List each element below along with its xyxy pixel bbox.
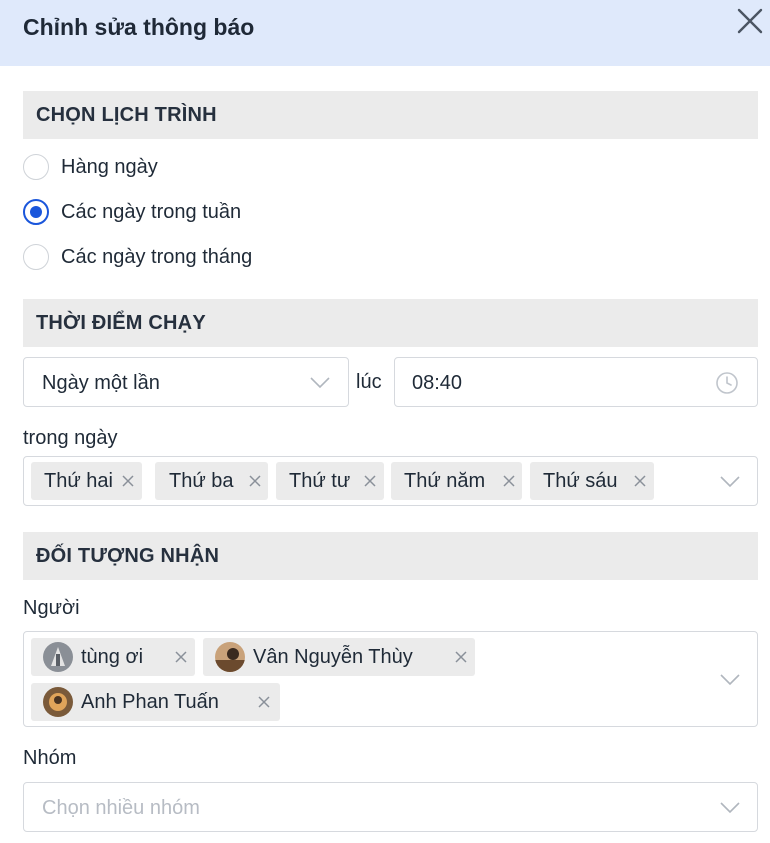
remove-tag-icon[interactable]	[173, 649, 189, 665]
person-name: Vân Nguyễn Thùy	[253, 646, 413, 668]
remove-tag-icon[interactable]	[453, 649, 469, 665]
remove-tag-icon[interactable]	[247, 473, 263, 489]
radio-weekdays-label: Các ngày trong tuần	[61, 201, 242, 223]
avatar	[43, 642, 73, 672]
group-label: Nhóm	[23, 747, 77, 769]
remove-tag-icon[interactable]	[632, 473, 648, 489]
radio-weekdays-control[interactable]	[23, 199, 49, 225]
group-multiselect[interactable]: Chọn nhiều nhóm	[23, 782, 758, 832]
remove-tag-icon[interactable]	[362, 473, 378, 489]
person-tag: Anh Phan Tuấn	[31, 683, 280, 721]
close-button[interactable]	[731, 2, 769, 40]
day-tag: Thứ hai	[31, 462, 142, 500]
radio-daily-label: Hàng ngày	[61, 156, 158, 178]
remove-tag-icon[interactable]	[120, 473, 136, 489]
person-name: Anh Phan Tuấn	[81, 691, 219, 713]
day-tag: Thứ tư	[276, 462, 384, 500]
radio-daily-control[interactable]	[23, 154, 49, 180]
dialog-title: Chỉnh sửa thông báo	[23, 14, 255, 40]
avatar	[215, 642, 245, 672]
day-tag: Thứ năm	[391, 462, 522, 500]
people-multiselect[interactable]: tùng ơi Vân Nguyễn Thùy Anh Phan Tuấn	[23, 631, 758, 727]
dialog-header: Chỉnh sửa thông báo	[0, 0, 770, 66]
person-tag: Vân Nguyễn Thùy	[203, 638, 475, 676]
person-tag: tùng ơi	[31, 638, 195, 676]
close-icon	[737, 8, 763, 34]
chevron-down-icon	[720, 476, 740, 488]
time-value: 08:40	[412, 372, 463, 394]
day-tag-label: Thứ tư	[289, 470, 351, 492]
schedule-section-header: CHỌN LỊCH TRÌNH	[23, 91, 758, 139]
days-label: trong ngày	[23, 427, 118, 449]
radio-daily[interactable]: Hàng ngày	[23, 152, 158, 182]
person-name: tùng ơi	[81, 646, 144, 668]
day-tag: Thứ ba	[155, 462, 268, 500]
clock-icon	[716, 372, 738, 394]
people-label: Người	[23, 597, 80, 619]
avatar	[43, 687, 73, 717]
day-tag-label: Thứ hai	[44, 470, 113, 492]
chevron-down-icon	[310, 377, 330, 389]
time-picker[interactable]: 08:40	[394, 357, 758, 407]
chevron-down-icon	[720, 674, 740, 686]
recipients-heading: ĐỐI TƯỢNG NHẬN	[36, 545, 220, 567]
remove-tag-icon[interactable]	[256, 694, 272, 710]
frequency-value: Ngày một lần	[42, 372, 160, 394]
group-placeholder: Chọn nhiều nhóm	[42, 797, 200, 819]
radio-monthdays[interactable]: Các ngày trong tháng	[23, 242, 252, 272]
run-time-heading: THỜI ĐIỂM CHẠY	[36, 312, 206, 334]
run-time-section-header: THỜI ĐIỂM CHẠY	[23, 299, 758, 347]
radio-weekdays[interactable]: Các ngày trong tuần	[23, 197, 241, 227]
day-tag-label: Thứ năm	[404, 470, 486, 492]
at-label: lúc	[356, 371, 382, 393]
frequency-select[interactable]: Ngày một lần	[23, 357, 349, 407]
day-tag: Thứ sáu	[530, 462, 654, 500]
radio-monthdays-label: Các ngày trong tháng	[61, 246, 253, 268]
days-multiselect[interactable]: Thứ hai Thứ ba Thứ tư Thứ năm Thứ sáu	[23, 456, 758, 506]
day-tag-label: Thứ ba	[169, 470, 234, 492]
schedule-heading: CHỌN LỊCH TRÌNH	[36, 104, 217, 126]
radio-monthdays-control[interactable]	[23, 244, 49, 270]
chevron-down-icon	[720, 802, 740, 814]
day-tag-label: Thứ sáu	[543, 470, 618, 492]
remove-tag-icon[interactable]	[501, 473, 517, 489]
recipients-section-header: ĐỐI TƯỢNG NHẬN	[23, 532, 758, 580]
